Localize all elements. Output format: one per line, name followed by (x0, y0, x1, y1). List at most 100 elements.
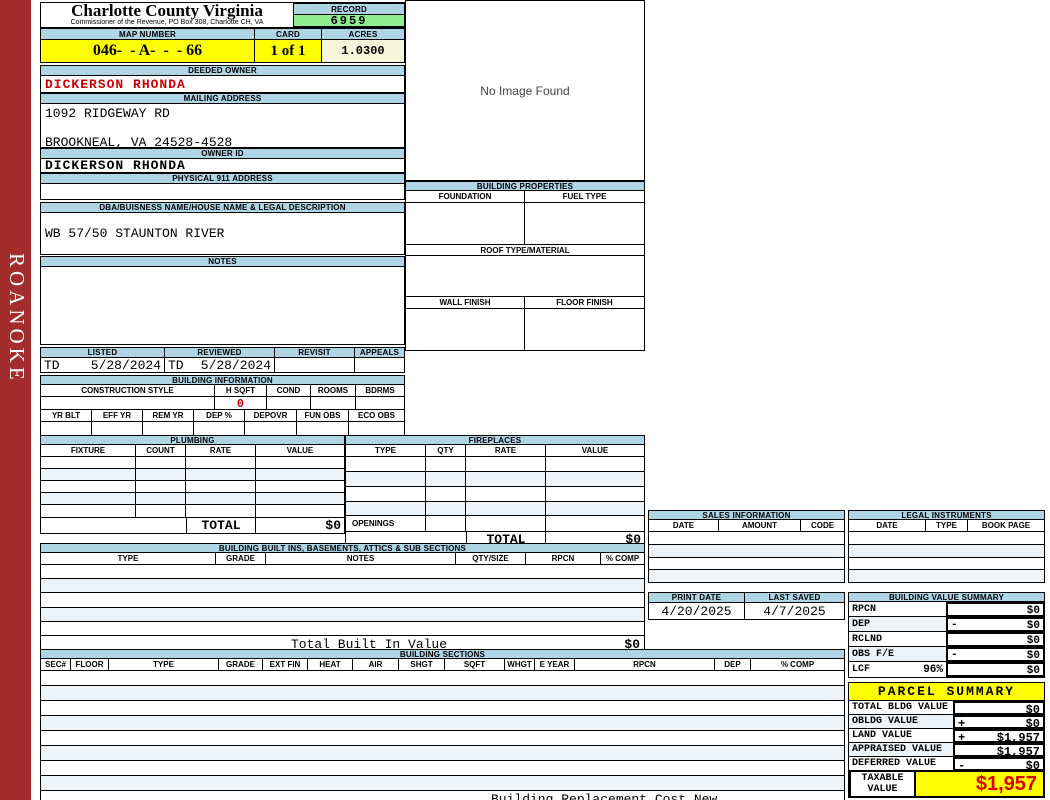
dba-value: WB 57/50 STAUNTON RIVER (40, 213, 405, 255)
summary-label: DEP (852, 618, 871, 630)
column-header: % COMP (751, 659, 844, 670)
reviewed-by: TD (168, 357, 184, 373)
card-label: CARD (255, 28, 322, 40)
summary-op: - (951, 649, 958, 661)
roof-value (405, 256, 645, 297)
revisit-label: REVISIT (275, 347, 355, 358)
column-header: % COMP (601, 553, 644, 564)
table-row (345, 472, 645, 487)
table-row (848, 532, 1045, 545)
taxable-row: TAXABLE VALUE $1,957 (849, 771, 1045, 798)
parcel-op: - (958, 759, 966, 773)
table-row (848, 545, 1045, 558)
table-row (40, 565, 645, 579)
county-header-box: Charlotte County Virginia Commissioner o… (40, 2, 405, 28)
physical-address-label: PHYSICAL 911 ADDRESS (40, 173, 405, 184)
table-row (40, 746, 845, 761)
summary-row: RCLND $0 (849, 632, 1045, 647)
column-header: E YEAR (535, 659, 575, 670)
summary-label: RPCN (852, 603, 877, 615)
plumbing-table: FIXTURE COUNT RATE VALUE TOTAL $0 (40, 445, 345, 534)
table-row (40, 469, 345, 481)
table-row (40, 701, 845, 716)
table-row (345, 457, 645, 472)
table-row (648, 545, 845, 558)
column-header: FIXTURE (41, 445, 136, 456)
column-header: CODE (801, 520, 844, 531)
fuel-type-value (525, 203, 644, 244)
column-header: ROOMS (311, 385, 356, 396)
column-header: ECO OBS (349, 410, 404, 421)
table-row (40, 716, 845, 731)
building-sections-title: BUILDING SECTIONS (40, 649, 845, 659)
summary-value: $0 (1026, 650, 1040, 662)
table-row (40, 608, 645, 622)
building-properties-table: FOUNDATION FUEL TYPE ROOF TYPE/MATERIAL … (405, 191, 645, 351)
column-header: WHGT (505, 659, 535, 670)
print-date-value: 4/20/2025 (648, 603, 745, 620)
table-row (648, 570, 845, 583)
print-save-table: PRINT DATE LAST SAVED 4/20/2025 4/7/2025 (648, 592, 845, 620)
legal-instruments-title: LEGAL INSTRUMENTS (848, 510, 1045, 520)
building-properties-title: BUILDING PROPERTIES (405, 181, 645, 191)
summary-value: $0 (1026, 635, 1040, 647)
last-saved-label: LAST SAVED (745, 592, 845, 603)
column-header: RPCN (575, 659, 715, 670)
parcel-summary-table: TOTAL BLDG VALUE $0 OBLDG VALUE + $0 LAN… (848, 701, 1045, 798)
building-information-title: BUILDING INFORMATION (40, 375, 405, 385)
table-row (345, 487, 645, 502)
building-information-table: CONSTRUCTION STYLE H SQFT COND ROOMS BDR… (40, 385, 405, 437)
appeals-label: APPEALS (355, 347, 405, 358)
column-header: H SQFT (215, 385, 267, 396)
dba-label: DBA/BUISNESS NAME/HOUSE NAME & LEGAL DES… (40, 202, 405, 213)
table-row (40, 505, 345, 518)
parcel-label: DEFERRED VALUE (849, 757, 953, 771)
table-row (345, 502, 645, 516)
parcel-row: LAND VALUE + $1,957 (849, 729, 1045, 745)
deeded-owner-value: DICKERSON RHONDA (40, 76, 405, 93)
appeals-value (355, 358, 405, 373)
notes-label: NOTES (40, 256, 405, 267)
record-value: 6959 (293, 14, 405, 28)
review-table: LISTED REVIEWED REVISIT APPEALS TD 5/28/2… (40, 347, 405, 373)
taxable-label: TAXABLE VALUE (849, 771, 916, 798)
map-number-value: 046- - A- - - 66 (40, 40, 255, 63)
summary-extra: 96% (923, 663, 943, 676)
card-value: 1 of 1 (255, 40, 322, 63)
summary-row: RPCN $0 (849, 602, 1045, 617)
column-header: QTY/SIZE (456, 553, 526, 564)
physical-address-value (40, 184, 405, 200)
no-image-text: No Image Found (480, 83, 570, 98)
parcel-label: LAND VALUE (849, 729, 953, 743)
summary-value: $0 (1026, 620, 1040, 632)
column-header: GRADE (219, 659, 263, 670)
table-row (40, 761, 845, 776)
table-row (40, 731, 845, 746)
parcel-row: TOTAL BLDG VALUE $0 (849, 701, 1045, 717)
column-header: DEP % (194, 410, 245, 421)
property-record-card: ROANOKE Charlotte County Virginia Commis… (0, 0, 1050, 800)
acres-label: ACRES (322, 28, 405, 40)
floor-finish-label: FLOOR FINISH (525, 297, 644, 308)
cond-value (267, 397, 311, 409)
summary-label: LCF (852, 664, 871, 675)
sales-information-title: SALES INFORMATION (648, 510, 845, 520)
column-header: EXT FIN (263, 659, 308, 670)
table-row (40, 579, 645, 593)
parcel-value: $0 (1025, 759, 1040, 773)
column-header: QTY (426, 445, 466, 456)
listed-by: TD (44, 357, 60, 373)
column-header: COND (267, 385, 311, 396)
parcel-label: APPRAISED VALUE (849, 743, 953, 757)
bdrms-value (356, 397, 404, 409)
acres-value: 1.0300 (322, 40, 405, 63)
summary-label: RCLND (852, 633, 883, 645)
table-row (40, 593, 645, 608)
column-header: FUN OBS (297, 410, 349, 421)
listed-value: TD 5/28/2024 (40, 358, 165, 373)
reviewed-date: 5/28/2024 (200, 357, 271, 373)
column-header: BDRMS (356, 385, 404, 396)
owner-id-value: DICKERSON RHONDA (40, 158, 405, 173)
column-header: TYPE (346, 445, 426, 456)
building-value-summary-table: RPCN $0 DEP - $0 RCLND $0 OBS F/E - $0 L… (848, 602, 1045, 678)
